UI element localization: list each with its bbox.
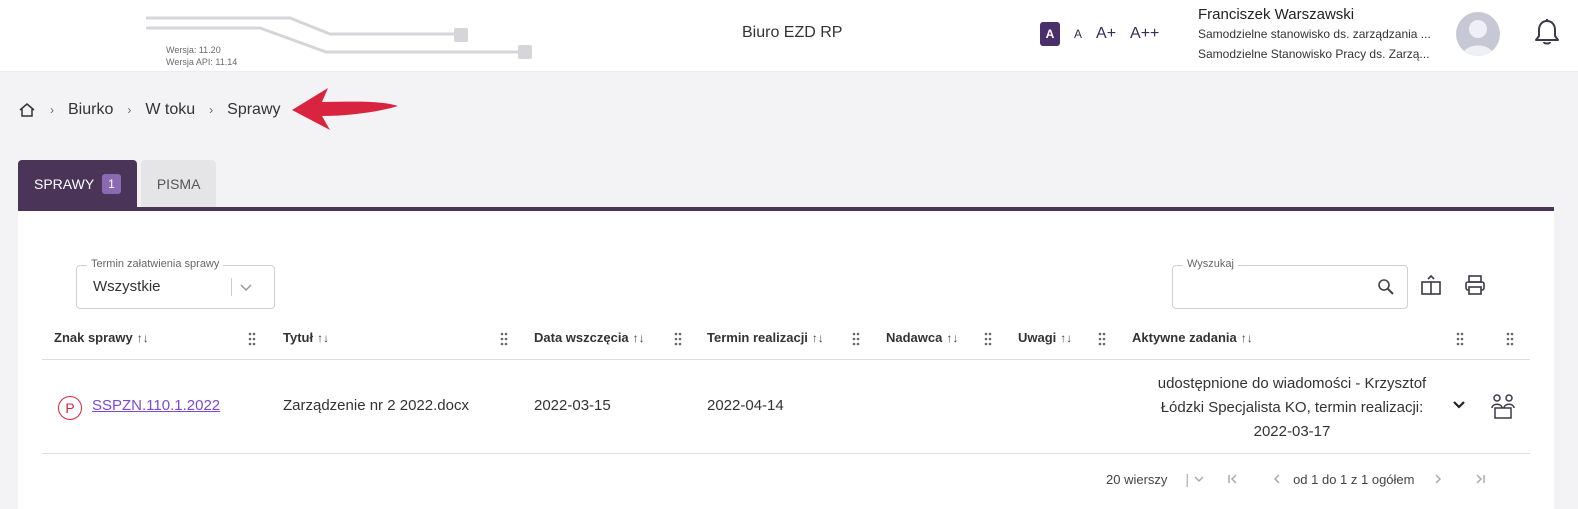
column-header-data-wszczecia[interactable]: Data wszczęcia ↑↓ <box>534 330 645 345</box>
bell-icon[interactable] <box>1534 18 1560 46</box>
api-version-label: Wersja API: 11.14 <box>166 57 238 67</box>
breadcrumb-item-w-toku[interactable]: W toku <box>145 101 195 119</box>
active-task-text: udostępnione do wiadomości - Krzysztof Ł… <box>1132 372 1452 444</box>
column-header-aktywne-zadania[interactable]: Aktywne zadania ↑↓ <box>1132 330 1253 345</box>
drag-handle-icon[interactable] <box>1506 332 1514 346</box>
rows-per-page-select[interactable]: 20 wierszy <box>1106 472 1167 487</box>
pagination-summary: od 1 do 1 z 1 ogółem <box>1293 471 1415 487</box>
sort-icon[interactable]: ↑↓ <box>946 331 958 345</box>
avatar[interactable] <box>1456 12 1500 56</box>
tab-sprawy-label: SPRAWY <box>34 176 95 192</box>
previous-page-icon[interactable] <box>1271 473 1283 485</box>
case-title: Zarządzenie nr 2 2022.docx <box>283 397 469 414</box>
chevron-down-icon[interactable] <box>1452 398 1466 412</box>
drag-handle-icon[interactable] <box>984 332 992 346</box>
page: Wersja: 11.20 Wersja API: 11.14 Biuro EZ… <box>0 0 1578 509</box>
last-page-icon[interactable] <box>1474 473 1486 485</box>
active-task-line: Łódzki Specjalista KO, termin realizacji… <box>1160 399 1424 416</box>
user-name: Franciszek Warszawski <box>1198 6 1355 23</box>
column-header-znak-sprawy[interactable]: Znak sprawy ↑↓ <box>54 330 149 345</box>
user-avatar-icon <box>1462 20 1494 56</box>
annotation-arrow-icon <box>292 88 398 130</box>
drag-handle-icon[interactable] <box>248 332 256 346</box>
tab-bar: SPRAWY 1 PISMA <box>18 160 217 208</box>
tab-sprawy-count-badge: 1 <box>102 174 121 194</box>
column-header-label: Uwagi <box>1018 330 1057 345</box>
column-header-label: Tytuł <box>283 330 314 345</box>
tab-pisma[interactable]: PISMA <box>140 160 217 208</box>
sort-icon[interactable]: ↑↓ <box>812 331 824 345</box>
breadcrumb-separator: › <box>209 103 214 117</box>
drag-handle-icon[interactable] <box>1456 332 1464 346</box>
font-size-largest-button[interactable]: A++ <box>1130 25 1159 43</box>
column-header-label: Aktywne zadania <box>1132 330 1237 345</box>
search-field[interactable]: Wyszukaj <box>1172 258 1408 309</box>
deadline-filter-select[interactable]: Termin załatwienia sprawy Wszystkie <box>76 258 275 309</box>
column-header-uwagi[interactable]: Uwagi ↑↓ <box>1018 330 1072 345</box>
breadcrumb-separator: › <box>50 103 54 117</box>
case-id-link[interactable]: SSPZN.110.1.2022 <box>92 397 220 414</box>
version-info: Wersja: 11.20 Wersja API: 11.14 <box>166 44 237 68</box>
table-header: Znak sprawy ↑↓ Tytuł ↑↓ Data wszczęcia ↑↓ T… <box>42 322 1530 360</box>
app-title: Biuro EZD RP <box>742 24 843 41</box>
user-role-secondary: Samodzielne Stanowisko Pracy ds. Zarzą..… <box>1198 47 1430 61</box>
column-header-label: Znak sprawy <box>54 330 133 345</box>
print-icon[interactable] <box>1464 274 1486 296</box>
search-label: Wyszukaj <box>1183 258 1238 270</box>
column-header-termin-realizacji[interactable]: Termin realizacji ↑↓ <box>707 330 824 345</box>
breadcrumb-item-biurko[interactable]: Biurko <box>68 101 113 119</box>
font-size-normal-button[interactable]: A <box>1040 22 1060 46</box>
drag-handle-icon[interactable] <box>852 332 860 346</box>
rows-per-page-divider: | <box>1185 471 1190 487</box>
font-size-small-button[interactable]: A <box>1074 27 1082 41</box>
sort-icon[interactable]: ↑↓ <box>1241 331 1253 345</box>
top-bar: Wersja: 11.20 Wersja API: 11.14 Biuro EZ… <box>0 0 1578 72</box>
breadcrumb-separator: › <box>127 103 132 117</box>
next-page-icon[interactable] <box>1432 473 1444 485</box>
deadline-filter-label: Termin załatwienia sprawy <box>87 258 224 270</box>
search-input[interactable] <box>1181 276 1371 298</box>
deadline-filter-value: Wszystkie <box>93 278 161 295</box>
filter-divider <box>231 278 232 296</box>
user-info[interactable]: Franciszek Warszawski Samodzielne stanow… <box>1198 6 1448 64</box>
drag-handle-icon[interactable] <box>500 332 508 346</box>
assign-users-icon[interactable] <box>1490 392 1516 420</box>
sort-icon[interactable]: ↑↓ <box>633 331 645 345</box>
chevron-down-icon[interactable] <box>239 280 253 294</box>
sort-icon[interactable]: ↑↓ <box>137 331 149 345</box>
column-header-label: Termin realizacji <box>707 330 808 345</box>
tab-sprawy[interactable]: SPRAWY 1 <box>18 160 137 208</box>
active-task-line: udostępnione do wiadomości - Krzysztof <box>1157 375 1427 392</box>
column-header-label: Nadawca <box>886 330 943 345</box>
drag-handle-icon[interactable] <box>674 332 682 346</box>
breadcrumb-item-sprawy[interactable]: Sprawy <box>227 101 280 119</box>
export-icon[interactable] <box>1420 274 1442 296</box>
drag-handle-icon[interactable] <box>1098 332 1106 346</box>
sort-icon[interactable]: ↑↓ <box>1060 331 1072 345</box>
breadcrumb: › Biurko › W toku › Sprawy <box>18 101 281 119</box>
first-page-icon[interactable] <box>1227 473 1239 485</box>
case-start-date: 2022-03-15 <box>534 397 611 414</box>
pagination: 20 wierszy | od 1 do 1 z 1 ogółem <box>1106 471 1486 487</box>
priority-badge: P <box>58 396 82 420</box>
chevron-down-icon[interactable] <box>1193 473 1205 485</box>
font-size-larger-button[interactable]: A+ <box>1096 25 1116 43</box>
active-task-line: 2022-03-17 <box>1253 423 1331 440</box>
sort-icon[interactable]: ↑↓ <box>317 331 329 345</box>
column-header-label: Data wszczęcia <box>534 330 629 345</box>
version-label: Wersja: 11.20 <box>166 45 221 55</box>
tab-pisma-label: PISMA <box>156 176 201 192</box>
font-size-controls: A A A+ A++ <box>1040 22 1159 46</box>
column-header-nadawca[interactable]: Nadawca ↑↓ <box>886 330 958 345</box>
search-icon[interactable] <box>1377 278 1395 296</box>
column-header-tytul[interactable]: Tytuł ↑↓ <box>283 330 329 345</box>
case-due-date: 2022-04-14 <box>707 397 784 414</box>
home-icon[interactable] <box>18 102 36 118</box>
table-row[interactable]: P SSPZN.110.1.2022 Zarządzenie nr 2 2022… <box>42 360 1530 454</box>
user-role-primary: Samodzielne stanowisko ds. zarządzania .… <box>1198 27 1431 41</box>
